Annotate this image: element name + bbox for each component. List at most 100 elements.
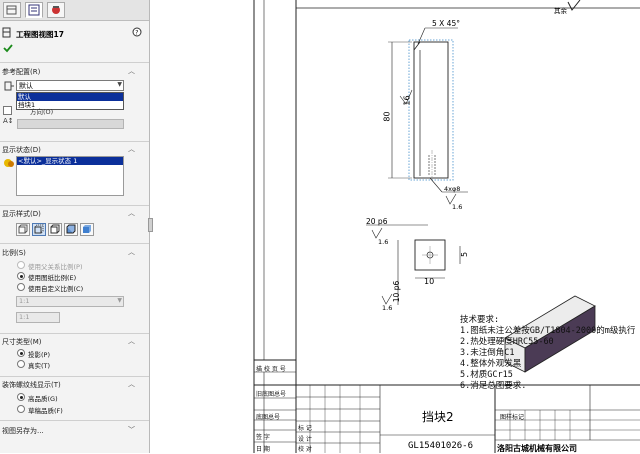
reference-config-select[interactable]: 默认 ▼ <box>16 80 124 91</box>
section-divider <box>0 333 149 334</box>
hidden-lines-removed-button[interactable] <box>48 223 62 236</box>
config-icon <box>52 6 60 14</box>
property-manager-panel: 工程图视图17 ? 参考配置(R) ︿ 默认 ▼ 默认 挡块1 方向(O) A↕… <box>0 0 150 453</box>
section-divider <box>0 420 149 421</box>
scale-custom-radio[interactable] <box>17 283 25 291</box>
scale-sheet-radio[interactable] <box>17 272 25 280</box>
dim-projected-radio[interactable] <box>17 349 25 357</box>
shaded-icon <box>83 225 91 233</box>
title-block-label: 签 字 <box>256 434 270 441</box>
thread-option-label: 高品质(G) <box>28 395 58 403</box>
part-name: 挡块2 <box>422 410 454 424</box>
hidden-removed-icon <box>50 224 60 234</box>
chevron-up-icon[interactable]: ︿ <box>128 144 135 154</box>
svg-text:?: ? <box>135 30 138 37</box>
dim-type-label: 真实(T) <box>28 362 51 370</box>
chamfer-dimension: 5 X 45° <box>432 19 460 28</box>
chevron-up-icon[interactable]: ︿ <box>128 66 135 76</box>
title-block-label: 描 校 页 号 <box>256 366 286 373</box>
custom-scale-input-value: 1:1 <box>19 313 30 321</box>
dimension-type-title: 尺寸类型(M) <box>2 338 42 346</box>
title-block-row-label: 设 计 <box>298 436 312 443</box>
shaded-button[interactable] <box>80 223 94 236</box>
roughness-corner-label: 其余 <box>554 7 567 15</box>
drawing-view-icon <box>2 27 11 38</box>
configuration-icon <box>4 81 14 91</box>
display-state-item[interactable]: <默认>_显示状态 1 <box>17 157 123 165</box>
custom-scale-value: 1:1 <box>19 297 30 305</box>
orientation-field[interactable] <box>17 119 124 129</box>
custom-scale-select[interactable]: 1:1 ▼ <box>16 296 124 307</box>
height-dimension: 80 <box>382 111 392 122</box>
display-state-title: 显示状态(D) <box>2 146 41 154</box>
chevron-up-icon[interactable]: ︿ <box>128 208 135 218</box>
section-divider <box>0 141 149 142</box>
save-view-as-link[interactable]: 视图另存为... <box>2 426 44 436</box>
panel-tab-bar <box>0 0 149 21</box>
shaded-with-edges-button[interactable] <box>64 223 78 236</box>
hole-callout: 4xφ8 <box>444 185 461 193</box>
scale-parent-radio[interactable] <box>17 261 25 269</box>
hole-dimension: 5 <box>460 251 470 258</box>
title-block-row-label: 校 对 <box>298 446 312 453</box>
orientation-label: 方向(O) <box>30 108 54 116</box>
fit-dimension: 20 p6 <box>366 217 388 226</box>
wireframe-button[interactable] <box>16 223 30 236</box>
title-block-row-label: 标 记 <box>298 425 312 432</box>
custom-scale-input[interactable]: 1:1 <box>16 312 60 323</box>
chevron-up-icon[interactable]: ︿ <box>128 379 135 389</box>
scale-option-label: 使用父关系比例(P) <box>28 263 83 271</box>
chevron-up-icon[interactable]: ︿ <box>128 336 135 346</box>
stage-label: 图样标记 <box>500 414 525 421</box>
fit-dimension: 10 p6 <box>392 280 402 303</box>
title-block-label: 日 期 <box>256 446 270 453</box>
property-list-icon <box>28 4 40 16</box>
thread-option-label: 草稿品质(F) <box>28 407 63 415</box>
display-state-list: <默认>_显示状态 1 <box>16 156 124 196</box>
selected-config: 默认 <box>19 82 33 90</box>
feature-tree-icon <box>6 5 17 15</box>
display-state-icon <box>4 159 14 167</box>
chevron-up-icon[interactable]: ︿ <box>128 247 135 257</box>
wireframe-icon <box>18 224 28 234</box>
dropdown-arrow-icon: ▼ <box>117 297 122 304</box>
property-manager-tab[interactable] <box>25 2 43 18</box>
title-block-label: 底图总号 <box>256 414 281 421</box>
chevron-down-icon[interactable]: ﹀ <box>128 425 135 435</box>
thread-draft-radio[interactable] <box>17 405 25 413</box>
display-style-title: 显示样式(D) <box>2 210 41 218</box>
section-divider <box>0 205 149 206</box>
roughness-value: 1.6 <box>378 238 389 246</box>
help-icon[interactable]: ? <box>132 27 142 37</box>
hidden-lines-visible-button[interactable] <box>32 223 46 236</box>
drawing-canvas[interactable]: 5 X 45° 80 16 4xφ8 1.6 20 p6 1.6 5 10 10… <box>150 0 640 453</box>
config-option[interactable]: 默认 <box>17 93 123 101</box>
section-divider <box>0 376 149 377</box>
scale-option-label: 使用图纸比例(E) <box>28 274 77 282</box>
tech-requirement: 6.消足总图要求. <box>460 381 527 391</box>
company-name: 洛阳古城机械有限公司 <box>497 444 577 453</box>
depth-dimension: 10 <box>424 277 435 286</box>
reference-config-title: 参考配置(R) <box>2 68 41 76</box>
dim-true-radio[interactable] <box>17 360 25 368</box>
config-manager-tab[interactable] <box>47 2 65 18</box>
feature-manager-tab[interactable] <box>3 2 21 18</box>
hidden-lines-icon <box>34 224 44 234</box>
panel-collapse-handle[interactable] <box>148 218 153 232</box>
panel-title: 工程图视图17 <box>16 30 64 39</box>
drawing-sheet <box>253 0 640 453</box>
orientation-checkbox[interactable] <box>3 106 12 115</box>
thread-high-quality-radio[interactable] <box>17 393 25 401</box>
section-divider <box>0 243 149 244</box>
cosmetic-thread-title: 装饰螺纹线显示(T) <box>2 381 61 389</box>
drawing-number: GL15401026-6 <box>408 441 474 451</box>
width-dimension: 16 <box>402 95 412 106</box>
confirm-checkmark-icon[interactable] <box>3 43 13 53</box>
scale-option-label: 使用自定义比例(C) <box>28 285 84 293</box>
dim-type-label: 投影(P) <box>28 351 50 359</box>
roughness-value: 1.6 <box>452 203 463 211</box>
dropdown-arrow-icon: ▼ <box>117 81 122 88</box>
shaded-edges-icon <box>66 224 76 234</box>
section-divider <box>0 62 149 63</box>
title-block-label: 旧底图总号 <box>256 391 287 398</box>
